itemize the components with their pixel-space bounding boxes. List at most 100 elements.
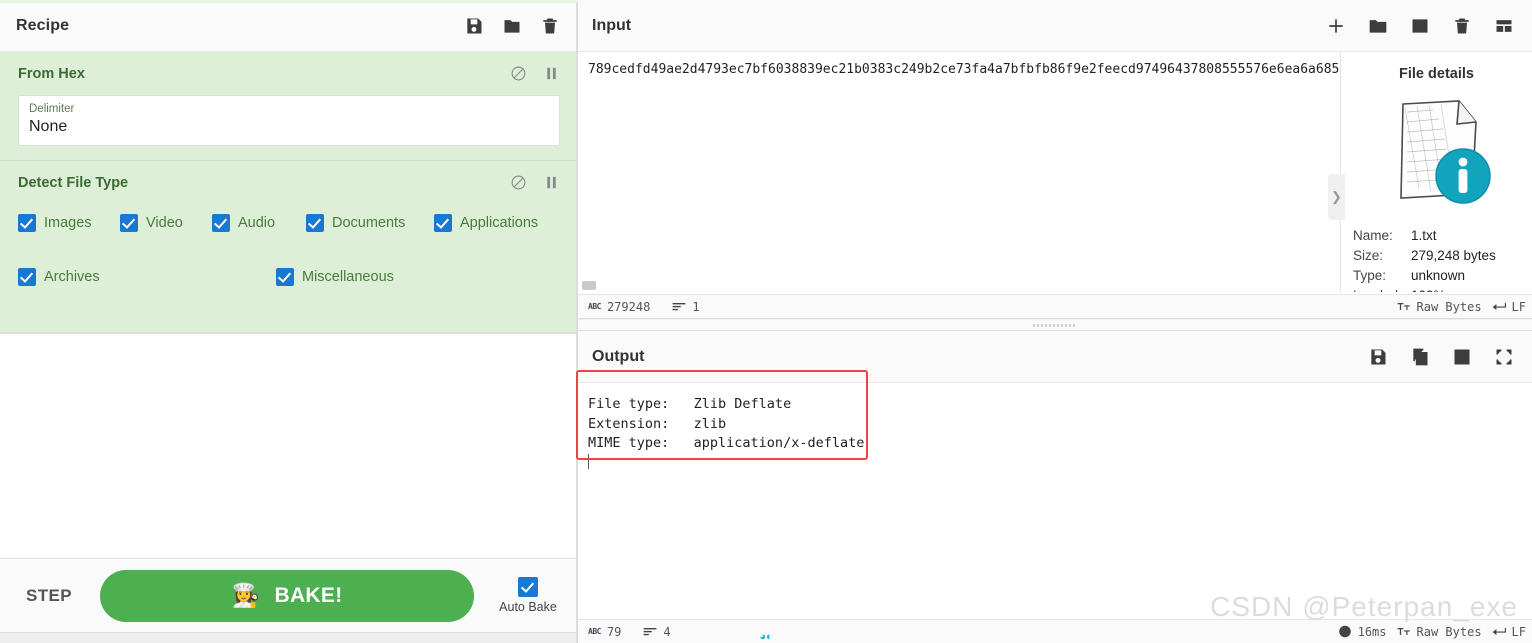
folder-open-icon[interactable] xyxy=(1368,16,1388,36)
output-caret-line xyxy=(588,453,1532,474)
file-type-checkboxes: Images Video Audio Documents Application… xyxy=(0,204,576,332)
folder-icon[interactable] xyxy=(502,16,522,36)
breakpoint-pause-icon[interactable] xyxy=(543,65,560,82)
checkbox-box[interactable] xyxy=(18,214,36,232)
delimiter-field[interactable]: Delimiter None xyxy=(18,95,560,146)
file-detail-key: Name: xyxy=(1353,228,1393,243)
input-textarea[interactable]: 789cedfd49ae2d4793ec7bf6038839ec21b0383c… xyxy=(578,52,1340,294)
checkbox-box[interactable] xyxy=(18,268,36,286)
scrollbar-thumb[interactable] xyxy=(582,281,596,290)
checkbox-box[interactable] xyxy=(276,268,294,286)
checkbox-documents[interactable]: Documents xyxy=(306,206,434,240)
checkbox-audio[interactable]: Audio xyxy=(212,206,306,240)
pane-top-edge xyxy=(0,0,578,3)
abc-icon: ABC xyxy=(588,627,601,636)
checkbox-box[interactable] xyxy=(120,214,138,232)
output-status-right: 16ms Raw Bytes LF xyxy=(1338,625,1526,639)
input-length-value: 279248 xyxy=(606,299,651,314)
maximise-icon[interactable] xyxy=(1494,347,1514,367)
operation-detect-file-type[interactable]: Detect File Type Images Video Audio Docu… xyxy=(0,161,576,333)
checkbox-label: Archives xyxy=(44,269,100,285)
recipe-pane: Recipe From Hex Delimiter None Detect Fi… xyxy=(0,0,578,643)
recipe-title: Recipe xyxy=(16,16,70,34)
replace-input-icon[interactable] xyxy=(1452,347,1472,367)
save-icon[interactable] xyxy=(464,16,484,36)
output-line: MIME type: application/x-deflate xyxy=(588,435,865,452)
recipe-controls: STEP 👩‍🍳 BAKE! Auto Bake xyxy=(0,558,576,632)
output-encoding-value: Raw Bytes xyxy=(1416,624,1482,639)
auto-bake-label: Auto Bake xyxy=(499,600,557,614)
clock-icon xyxy=(1338,625,1352,638)
input-encoding[interactable]: Raw Bytes xyxy=(1397,300,1482,314)
splitter-grip[interactable] xyxy=(1033,323,1077,327)
breakpoint-pause-icon[interactable] xyxy=(543,174,560,191)
input-lines: 1 xyxy=(672,299,700,314)
input-body: 789cedfd49ae2d4793ec7bf6038839ec21b0383c… xyxy=(578,52,1532,294)
recipe-toolbar xyxy=(464,16,560,36)
file-detail-value: 279,248 bytes xyxy=(1411,248,1496,263)
input-section: Input 789cedfd49ae2d4793ec7bf6038839ec21… xyxy=(578,0,1532,319)
output-line: Extension: zlib xyxy=(588,415,727,432)
checkbox-label: Audio xyxy=(238,215,276,231)
checkbox-miscellaneous[interactable]: Miscellaneous xyxy=(276,260,476,294)
checkbox-applications[interactable]: Applications xyxy=(434,206,554,240)
clear-input-icon[interactable] xyxy=(1452,16,1472,36)
checkbox-label: Documents xyxy=(332,215,406,231)
bake-button[interactable]: 👩‍🍳 BAKE! xyxy=(100,569,474,622)
output-title: Output xyxy=(592,347,645,365)
recipe-bottom-strip xyxy=(0,632,576,643)
operation-title: Detect File Type xyxy=(18,174,129,191)
operation-controls xyxy=(510,65,560,82)
output-encoding[interactable]: Raw Bytes xyxy=(1397,625,1482,639)
checkbox-box[interactable] xyxy=(518,577,538,597)
checkbox-archives[interactable]: Archives xyxy=(18,260,276,294)
output-body[interactable]: File type: Zlib Deflate Extension: zlib … xyxy=(578,383,1532,619)
operation-header: From Hex xyxy=(0,52,576,95)
disable-operation-icon[interactable] xyxy=(510,174,527,191)
add-input-icon[interactable] xyxy=(1326,16,1346,36)
save-output-icon[interactable] xyxy=(1368,347,1388,367)
output-length: ABC 79 xyxy=(588,625,621,639)
open-file-icon[interactable] xyxy=(1410,16,1430,36)
checkbox-images[interactable]: Images xyxy=(18,206,120,240)
output-lines: 4 xyxy=(643,625,671,639)
bake-label: BAKE! xyxy=(274,583,343,607)
return-icon xyxy=(1492,625,1506,638)
recipe-empty-area[interactable] xyxy=(0,333,576,558)
checkbox-video[interactable]: Video xyxy=(120,206,212,240)
chevron-right-icon[interactable]: ❯ xyxy=(1328,174,1345,220)
cyberchef-app: Recipe From Hex Delimiter None Detect Fi… xyxy=(0,0,1532,643)
output-length-value: 79 xyxy=(606,624,622,639)
font-icon xyxy=(1397,300,1411,313)
input-lines-value: 1 xyxy=(692,299,700,314)
auto-bake-toggle[interactable]: Auto Bake xyxy=(496,577,560,614)
output-timing-value: 16ms xyxy=(1357,624,1387,639)
disable-operation-icon[interactable] xyxy=(510,65,527,82)
file-details-wrapper: ❯ File details Name: 1.txt Size: 279,248… xyxy=(1328,52,1532,294)
output-eol-value: LF xyxy=(1511,624,1526,639)
tab-layout-icon[interactable] xyxy=(1494,16,1514,36)
output-line: File type: Zlib Deflate xyxy=(588,396,792,412)
operation-from-hex[interactable]: From Hex Delimiter None xyxy=(0,52,576,161)
checkbox-box[interactable] xyxy=(306,214,324,232)
text-caret xyxy=(588,453,589,469)
operation-title: From Hex xyxy=(18,65,85,82)
file-detail-key: Type: xyxy=(1353,268,1387,283)
input-eol-value: LF xyxy=(1511,299,1526,314)
copy-output-icon[interactable] xyxy=(1410,347,1430,367)
output-eol[interactable]: LF xyxy=(1492,625,1526,639)
io-splitter[interactable] xyxy=(578,319,1532,331)
output-timing: 16ms xyxy=(1338,625,1387,639)
checkbox-box[interactable] xyxy=(212,214,230,232)
input-title-bar: Input xyxy=(578,0,1532,52)
lines-icon xyxy=(672,300,686,313)
file-info-illustration xyxy=(1353,88,1520,216)
checkbox-label: Miscellaneous xyxy=(302,269,394,285)
checkbox-box[interactable] xyxy=(434,214,452,232)
input-horizontal-scrollbar[interactable] xyxy=(582,281,1334,290)
step-button[interactable]: STEP xyxy=(26,586,72,606)
file-details-panel: File details Name: 1.txt Size: 279,248 b… xyxy=(1340,52,1532,292)
operation-controls xyxy=(510,174,560,191)
input-eol[interactable]: LF xyxy=(1492,300,1526,314)
trash-icon[interactable] xyxy=(540,16,560,36)
